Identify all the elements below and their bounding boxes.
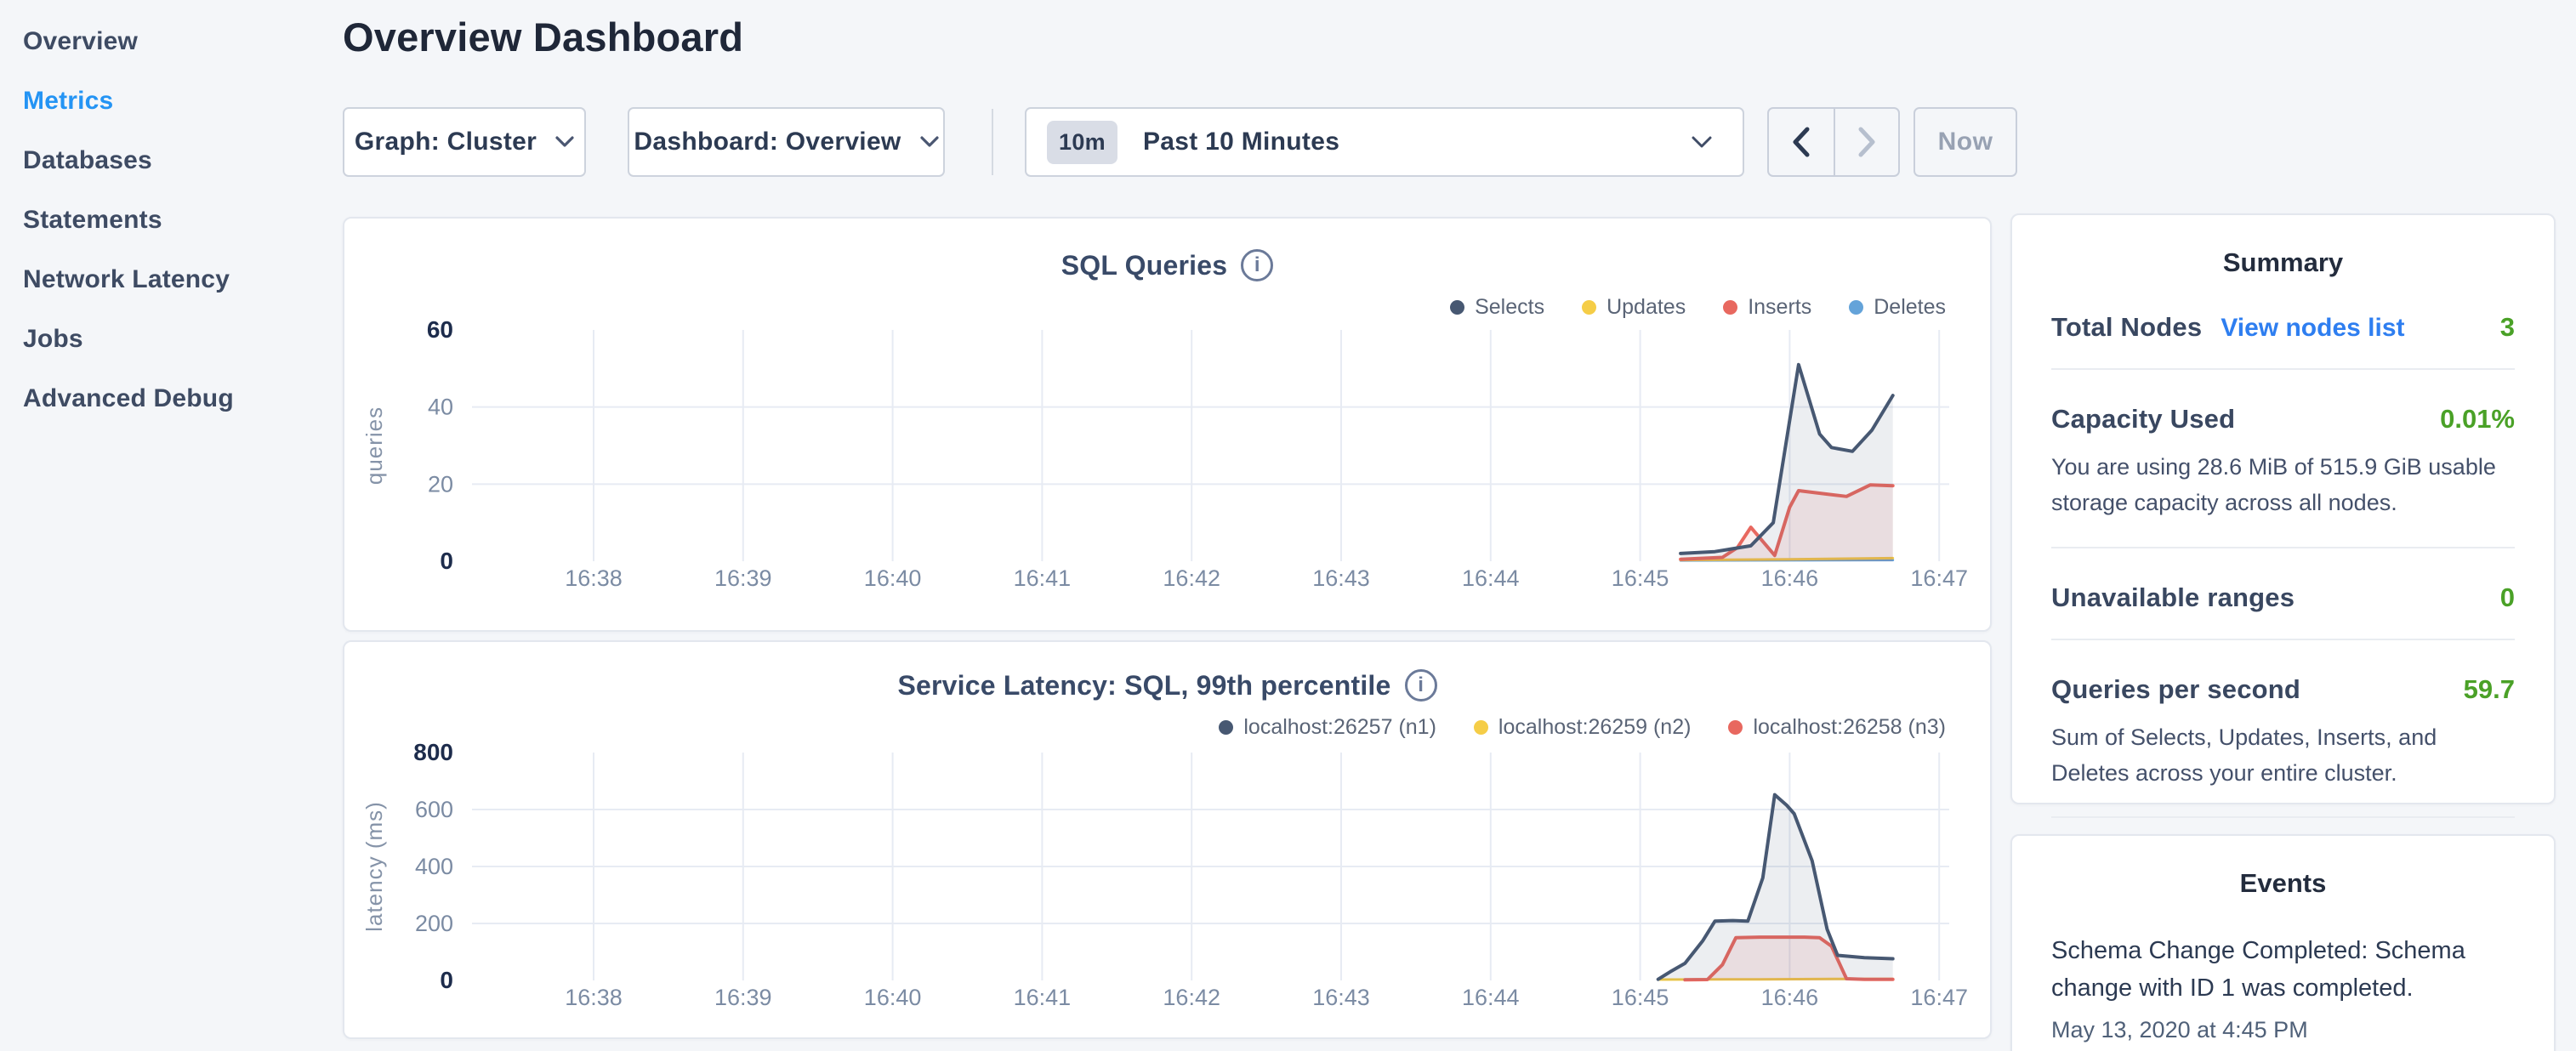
summary-row: Total Nodes View nodes list 3: [2051, 278, 2515, 370]
view-nodes-list-link[interactable]: View nodes list: [2221, 314, 2404, 343]
svg-text:16:47: 16:47: [1910, 565, 1968, 591]
summary-panel: Summary Total Nodes View nodes list 3 Capac…: [2010, 213, 2556, 804]
svg-text:0: 0: [440, 967, 453, 993]
svg-text:16:39: 16:39: [714, 565, 772, 591]
summary-row-label: Total Nodes: [2051, 312, 2202, 343]
svg-text:16:45: 16:45: [1612, 565, 1669, 591]
svg-text:16:41: 16:41: [1014, 565, 1072, 591]
sidebar-item-jobs[interactable]: Jobs: [23, 310, 321, 369]
svg-text:16:40: 16:40: [864, 565, 922, 591]
svg-text:16:41: 16:41: [1014, 985, 1072, 1010]
summary-row-value: 0: [2500, 582, 2515, 613]
graph-dropdown-label: Graph: Cluster: [355, 128, 537, 156]
service-latency-chart: 16:38 16:39 16:40 16:41 16:42 16:43 16:44 16:45…: [344, 642, 1993, 1041]
sidebar-item-statements[interactable]: Statements: [23, 190, 321, 250]
chevron-down-icon: [555, 136, 574, 148]
time-range-badge: 10m: [1047, 121, 1117, 164]
page-title: Overview Dashboard: [343, 14, 743, 60]
summary-row: Unavailable ranges 0: [2051, 548, 2515, 640]
svg-text:16:38: 16:38: [565, 985, 623, 1010]
svg-text:20: 20: [428, 471, 453, 497]
svg-text:16:42: 16:42: [1163, 985, 1220, 1010]
summary-row-label: Unavailable ranges: [2051, 582, 2295, 613]
summary-row-value: 3: [2500, 312, 2515, 343]
events-title: Events: [2051, 868, 2515, 899]
svg-text:0: 0: [440, 548, 453, 574]
svg-text:200: 200: [415, 911, 453, 936]
summary-row-value: 0.01%: [2440, 404, 2515, 435]
service-latency-chart-card: Service Latency: SQL, 99th percentile i …: [343, 640, 1992, 1039]
events-panel: Events Schema Change Completed: Schema c…: [2010, 834, 2556, 1051]
event-list: Schema Change Completed: Schema change w…: [2051, 933, 2515, 1043]
svg-text:16:47: 16:47: [1910, 985, 1968, 1010]
svg-text:16:38: 16:38: [565, 565, 623, 591]
svg-text:60: 60: [427, 316, 453, 343]
dashboard-dropdown[interactable]: Dashboard: Overview: [628, 107, 945, 177]
summary-rows: Total Nodes View nodes list 3 Capacity Used…: [2051, 278, 2515, 908]
dashboard-dropdown-label: Dashboard: Overview: [634, 128, 901, 156]
sidebar-item-overview[interactable]: Overview: [23, 12, 321, 71]
svg-text:latency (ms): latency (ms): [361, 801, 387, 932]
sql-queries-chart: 16:38 16:39 16:40 16:41 16:42 16:43 16:44 16:45…: [344, 219, 1993, 633]
controls-divider: [992, 109, 993, 175]
sql-queries-chart-card: SQL Queries i SelectsUpdatesInsertsDelet…: [343, 217, 1992, 632]
svg-text:16:39: 16:39: [714, 985, 772, 1010]
svg-text:16:43: 16:43: [1312, 565, 1370, 591]
event-item: Schema Change Completed: Schema change w…: [2051, 933, 2515, 1043]
svg-text:16:46: 16:46: [1761, 565, 1819, 591]
svg-text:600: 600: [415, 797, 453, 822]
prev-time-button[interactable]: [1769, 109, 1834, 175]
now-button[interactable]: Now: [1914, 107, 2017, 177]
summary-row-description: Sum of Selects, Updates, Inserts, and De…: [2051, 720, 2515, 792]
svg-text:queries: queries: [361, 406, 387, 485]
svg-text:40: 40: [428, 395, 453, 420]
summary-row: Capacity Used 0.01% You are using 28.6 MiB…: [2051, 370, 2515, 548]
summary-row-value: 59.7: [2464, 674, 2515, 705]
db-console-app: OverviewMetricsDatabasesStatementsNetwor…: [0, 0, 2576, 1051]
svg-text:16:45: 16:45: [1612, 985, 1669, 1010]
next-time-button[interactable]: [1834, 109, 1898, 175]
summary-row-description: You are using 28.6 MiB of 515.9 GiB usab…: [2051, 450, 2515, 521]
time-range-label: Past 10 Minutes: [1143, 128, 1339, 156]
svg-text:16:40: 16:40: [864, 985, 922, 1010]
summary-row-label: Queries per second: [2051, 674, 2300, 705]
event-timestamp: May 13, 2020 at 4:45 PM: [2051, 1017, 2515, 1043]
svg-text:16:42: 16:42: [1163, 565, 1220, 591]
svg-text:16:44: 16:44: [1462, 985, 1520, 1010]
svg-text:16:46: 16:46: [1761, 985, 1819, 1010]
svg-text:16:44: 16:44: [1462, 565, 1520, 591]
sidebar-item-network-latency[interactable]: Network Latency: [23, 250, 321, 310]
chevron-down-icon: [920, 136, 939, 148]
time-step-buttons: [1767, 107, 1900, 177]
summary-row: Queries per second 59.7 Sum of Selects, Up…: [2051, 640, 2515, 819]
summary-row-label: Capacity Used: [2051, 404, 2235, 435]
controls-bar: Graph: Cluster Dashboard: Overview 10m P…: [0, 107, 2576, 177]
svg-text:400: 400: [415, 854, 453, 879]
graph-dropdown[interactable]: Graph: Cluster: [343, 107, 586, 177]
svg-text:16:43: 16:43: [1312, 985, 1370, 1010]
summary-title: Summary: [2051, 247, 2515, 278]
time-range-selector[interactable]: 10m Past 10 Minutes: [1025, 107, 1744, 177]
sidebar-item-advanced-debug[interactable]: Advanced Debug: [23, 369, 321, 429]
sidebar-nav: OverviewMetricsDatabasesStatementsNetwor…: [23, 12, 321, 429]
svg-text:800: 800: [413, 739, 453, 765]
chevron-down-icon: [1692, 136, 1712, 149]
event-text: Schema Change Completed: Schema change w…: [2051, 933, 2515, 1007]
